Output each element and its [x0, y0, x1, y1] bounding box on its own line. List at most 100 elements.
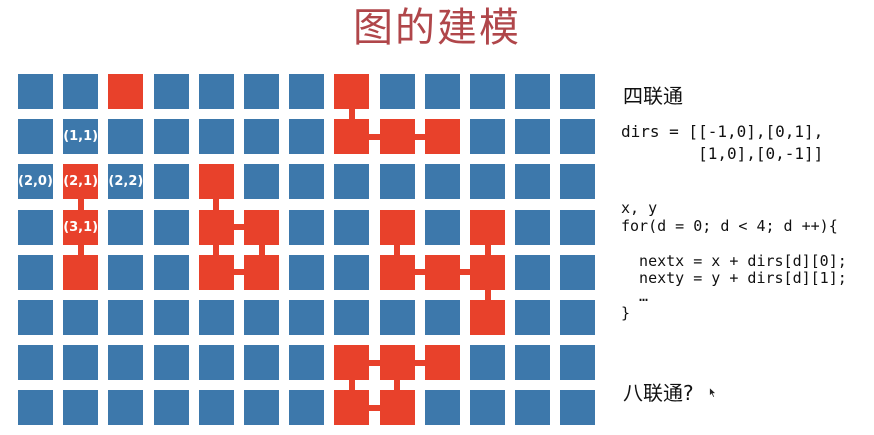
grid-cell	[244, 390, 279, 426]
grid-cell	[515, 254, 551, 290]
highlighted-cell	[198, 254, 234, 290]
grid-cell	[108, 209, 144, 245]
highlighted-cell	[334, 345, 370, 381]
grid-cell	[108, 300, 144, 335]
grid-cell	[153, 119, 189, 155]
grid-cell	[379, 164, 415, 200]
grid-cell	[153, 209, 189, 245]
grid-cell	[560, 209, 596, 245]
grid-cell	[18, 300, 53, 335]
cell-connector	[348, 109, 355, 120]
grid-cell	[198, 119, 234, 155]
mouse-cursor-icon	[709, 387, 717, 398]
grid-cell	[289, 209, 325, 245]
grid-cell	[198, 390, 234, 426]
cell-coordinate-label: (2,0)	[18, 174, 53, 190]
grid-cell	[289, 390, 325, 426]
grid-cell	[244, 164, 279, 200]
cell-connector	[258, 244, 265, 255]
grid-cell	[63, 300, 99, 335]
grid-cell	[560, 119, 596, 155]
cell-connector	[369, 359, 380, 366]
grid-cell	[470, 390, 505, 426]
cell-connector	[394, 244, 401, 255]
highlighted-cell	[63, 254, 99, 290]
highlighted-cell	[424, 254, 460, 290]
four-connectivity-heading: 四联通	[623, 84, 683, 108]
grid-cell	[108, 254, 144, 290]
grid-cell	[560, 300, 596, 335]
highlighted-cell	[424, 345, 460, 381]
grid-cell	[63, 390, 99, 426]
cell-connector	[414, 133, 425, 140]
grid-cell	[198, 300, 234, 335]
grid-cell	[560, 164, 596, 200]
grid-cell	[334, 300, 370, 335]
dirs-code: dirs = [[-1,0],[0,1], [1,0],[0,-1]]	[621, 122, 824, 163]
grid-cell	[289, 119, 325, 155]
grid-cell	[334, 164, 370, 200]
grid-cell	[515, 164, 551, 200]
grid-cell	[244, 119, 279, 155]
grid-cell	[424, 209, 460, 245]
grid-cell	[153, 390, 189, 426]
grid-cell	[18, 119, 53, 155]
highlighted-cell	[244, 254, 279, 290]
grid-cell	[560, 390, 596, 426]
cell-connector	[233, 224, 244, 231]
cell-connector	[484, 289, 491, 300]
grid-cell	[18, 345, 53, 381]
grid-cell	[289, 164, 325, 200]
grid-cell	[470, 345, 505, 381]
cell-coordinate-label: (2,2)	[108, 174, 144, 190]
grid-cell	[153, 345, 189, 381]
grid-cell	[108, 119, 144, 155]
grid-cell	[515, 345, 551, 381]
grid-cell	[289, 74, 325, 109]
highlighted-cell	[244, 209, 279, 245]
grid-cell	[424, 164, 460, 200]
highlighted-cell	[108, 74, 144, 109]
grid-cell	[424, 300, 460, 335]
highlighted-cell	[470, 300, 505, 335]
cell-connector	[459, 269, 470, 276]
grid-cell	[560, 74, 596, 109]
grid-cell	[515, 300, 551, 335]
cell-coordinate-label: (1,1)	[63, 129, 99, 145]
cell-connector	[233, 269, 244, 276]
grid-cell	[424, 74, 460, 109]
grid-cell	[515, 390, 551, 426]
cell-connector	[213, 244, 220, 255]
grid-cell	[470, 74, 505, 109]
grid-cell	[560, 345, 596, 381]
grid-cell	[515, 119, 551, 155]
grid-cell	[515, 74, 551, 109]
grid-cell	[424, 390, 460, 426]
grid-cell	[198, 74, 234, 109]
grid-diagram: (1,1) (2,0) (2,1) (2,2) (3,1)	[0, 0, 610, 435]
grid-cell	[289, 300, 325, 335]
highlighted-cell	[379, 390, 415, 426]
grid-cell	[153, 254, 189, 290]
highlighted-cell	[379, 254, 415, 290]
highlighted-cell	[379, 345, 415, 381]
grid-cell	[108, 345, 144, 381]
highlighted-cell	[198, 209, 234, 245]
grid-cell	[244, 300, 279, 335]
grid-cell	[515, 209, 551, 245]
highlighted-cell	[334, 119, 370, 155]
grid-cell	[63, 345, 99, 381]
grid-cell	[470, 164, 505, 200]
highlighted-cell	[379, 209, 415, 245]
cell-coordinate-label: (2,1)	[63, 174, 99, 190]
grid-cell	[334, 209, 370, 245]
grid-cell	[198, 345, 234, 381]
cell-connector	[213, 199, 220, 210]
highlighted-cell	[470, 254, 505, 290]
cell-connector	[77, 244, 84, 255]
cell-connector	[77, 199, 84, 210]
grid-cell	[289, 345, 325, 381]
grid-cell	[289, 254, 325, 290]
grid-cell	[379, 74, 415, 109]
grid-cell	[18, 254, 53, 290]
